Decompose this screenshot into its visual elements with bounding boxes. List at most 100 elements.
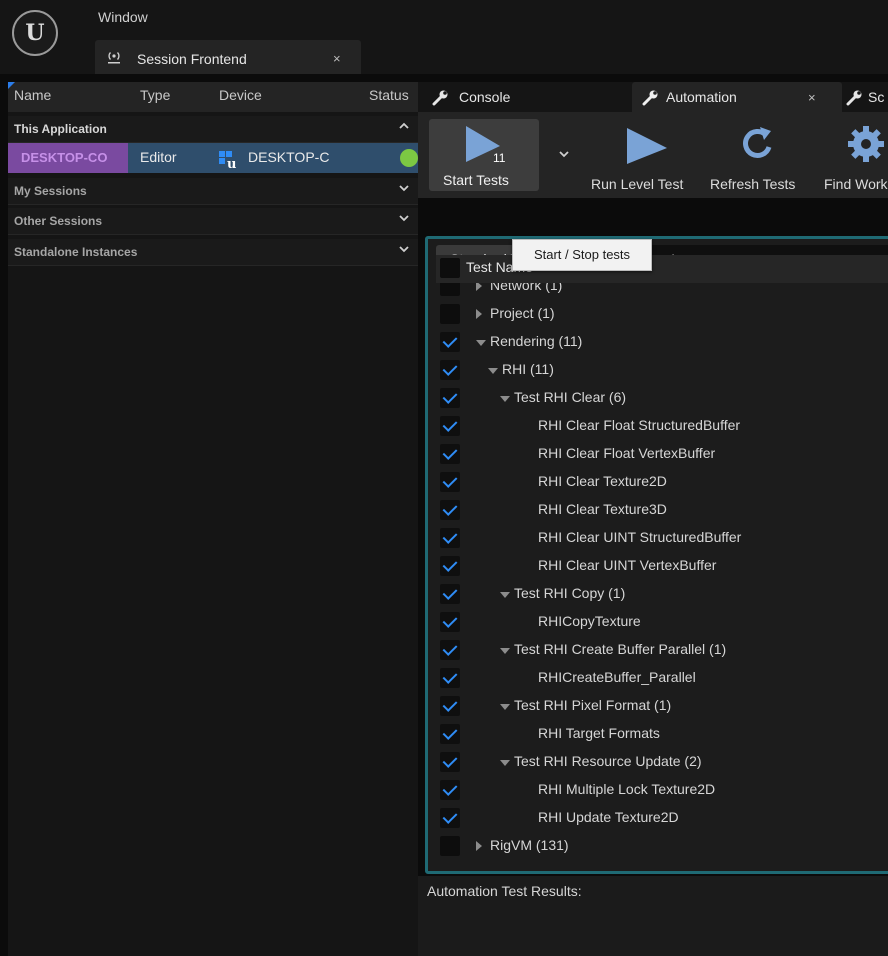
tree-row[interactable]: Test RHI Copy (1) xyxy=(436,580,888,608)
unreal-logo-icon[interactable]: U xyxy=(12,10,58,56)
run-level-test-button[interactable]: Run Level Test xyxy=(591,176,683,192)
test-checkbox[interactable] xyxy=(440,808,460,828)
tree-row[interactable]: Project (1) xyxy=(436,300,888,328)
sessions-header xyxy=(8,82,418,112)
test-checkbox[interactable] xyxy=(440,500,460,520)
test-checkbox[interactable] xyxy=(440,668,460,688)
test-checkbox[interactable] xyxy=(440,416,460,436)
expanded-arrow-icon[interactable] xyxy=(488,368,498,374)
tree-row[interactable]: RigVM (131) xyxy=(436,832,888,860)
tree-row[interactable]: Test RHI Create Buffer Parallel (1) xyxy=(436,636,888,664)
chevron-down-icon[interactable] xyxy=(398,182,410,196)
svg-text:u: u xyxy=(227,157,236,169)
session-device: DESKTOP-C xyxy=(248,149,330,165)
test-name: Test RHI Copy (1) xyxy=(514,585,626,601)
test-checkbox[interactable] xyxy=(440,556,460,576)
tree-row[interactable]: RHICreateBuffer_Parallel xyxy=(436,664,888,692)
section-other-sessions[interactable]: Other Sessions xyxy=(8,208,418,235)
collapsed-arrow-icon[interactable] xyxy=(476,841,482,851)
refresh-tests-button[interactable]: Refresh Tests xyxy=(710,176,795,192)
test-checkbox[interactable] xyxy=(440,584,460,604)
gear-icon[interactable] xyxy=(846,124,886,164)
expanded-arrow-icon[interactable] xyxy=(500,648,510,654)
test-name: RHICreateBuffer_Parallel xyxy=(538,669,696,685)
test-name: RHI Clear Texture3D xyxy=(538,501,667,517)
expanded-arrow-icon[interactable] xyxy=(476,340,486,346)
column-device[interactable]: Device xyxy=(219,87,262,103)
expanded-arrow-icon[interactable] xyxy=(500,704,510,710)
tab-session-frontend-label: Session Frontend xyxy=(137,51,247,67)
tree-row[interactable]: RHI Multiple Lock Texture2D xyxy=(436,776,888,804)
tab-automation-label: Automation xyxy=(666,89,737,105)
test-name: RHI Clear Float VertexBuffer xyxy=(538,445,716,461)
test-checkbox[interactable] xyxy=(440,724,460,744)
column-type[interactable]: Type xyxy=(140,87,170,103)
expanded-arrow-icon[interactable] xyxy=(500,396,510,402)
wrench-icon xyxy=(846,90,862,106)
tree-row[interactable]: Test RHI Pixel Format (1) xyxy=(436,692,888,720)
refresh-icon[interactable] xyxy=(740,125,774,163)
column-status[interactable]: Status xyxy=(369,87,409,103)
collapsed-arrow-icon[interactable] xyxy=(476,283,482,291)
section-label: My Sessions xyxy=(14,184,87,198)
tree-row[interactable]: RHI Clear UINT StructuredBuffer xyxy=(436,524,888,552)
collapsed-arrow-icon[interactable] xyxy=(476,309,482,319)
tab-console[interactable]: Console xyxy=(428,82,618,112)
section-my-sessions[interactable]: My Sessions xyxy=(8,178,418,205)
close-icon[interactable]: × xyxy=(333,51,341,66)
tab-automation[interactable]: Automation × xyxy=(632,82,842,112)
tree-row[interactable]: Test RHI Clear (6) xyxy=(436,384,888,412)
test-checkbox[interactable] xyxy=(440,528,460,548)
test-checkbox[interactable] xyxy=(440,332,460,352)
tree-row[interactable]: Network (1) xyxy=(436,283,888,300)
test-checkbox[interactable] xyxy=(440,388,460,408)
test-name: Network (1) xyxy=(490,283,563,293)
find-workers-button[interactable]: Find Worker xyxy=(824,176,888,192)
test-checkbox[interactable] xyxy=(440,836,460,856)
tree-row[interactable]: RHICopyTexture xyxy=(436,608,888,636)
test-tree: Network (1) Project (1) Rendering (11) RHI … xyxy=(436,283,888,873)
menu-window[interactable]: Window xyxy=(98,9,148,25)
test-checkbox[interactable] xyxy=(440,360,460,380)
tab-more-label: Sc xyxy=(868,89,885,105)
test-checkbox[interactable] xyxy=(440,696,460,716)
chevron-down-icon[interactable] xyxy=(558,148,570,162)
test-checkbox[interactable] xyxy=(440,752,460,772)
windows-unreal-icon: u xyxy=(219,151,236,169)
chevron-down-icon[interactable] xyxy=(398,212,410,226)
test-name: Test RHI Create Buffer Parallel (1) xyxy=(514,641,727,657)
test-name: RHI Clear UINT StructuredBuffer xyxy=(538,529,742,545)
tree-row[interactable]: RHI Clear Texture2D xyxy=(436,468,888,496)
close-icon[interactable]: × xyxy=(808,90,816,105)
select-all-checkbox[interactable] xyxy=(440,258,460,278)
test-checkbox[interactable] xyxy=(440,444,460,464)
column-name[interactable]: Name xyxy=(14,87,51,103)
tree-row[interactable]: RHI Target Formats xyxy=(436,720,888,748)
test-checkbox[interactable] xyxy=(440,304,460,324)
test-checkbox[interactable] xyxy=(440,612,460,632)
tree-row[interactable]: RHI Clear Float VertexBuffer xyxy=(436,440,888,468)
tree-row[interactable]: RHI Clear Float StructuredBuffer xyxy=(436,412,888,440)
test-checkbox[interactable] xyxy=(440,472,460,492)
chevron-up-icon[interactable] xyxy=(398,120,410,134)
test-name: Project (1) xyxy=(490,305,555,321)
tree-row[interactable]: Test RHI Resource Update (2) xyxy=(436,748,888,776)
test-name: RHICopyTexture xyxy=(538,613,641,629)
chevron-down-icon[interactable] xyxy=(398,243,410,257)
section-standalone-instances[interactable]: Standalone Instances xyxy=(8,239,418,266)
section-this-application[interactable]: This Application xyxy=(8,116,418,143)
test-checkbox[interactable] xyxy=(440,283,460,296)
test-checkbox[interactable] xyxy=(440,640,460,660)
tree-row[interactable]: RHI Clear UINT VertexBuffer xyxy=(436,552,888,580)
test-checkbox[interactable] xyxy=(440,780,460,800)
expanded-arrow-icon[interactable] xyxy=(500,592,510,598)
session-type: Editor xyxy=(140,149,177,165)
tree-row[interactable]: RHI Update Texture2D xyxy=(436,804,888,832)
play-icon[interactable] xyxy=(625,126,669,166)
expanded-arrow-icon[interactable] xyxy=(500,760,510,766)
test-name: RHI (11) xyxy=(502,361,554,377)
tree-row[interactable]: Rendering (11) xyxy=(436,328,888,356)
tree-row[interactable]: RHI Clear Texture3D xyxy=(436,496,888,524)
tab-session-browser[interactable]: Sc xyxy=(842,82,888,112)
tree-row[interactable]: RHI (11) xyxy=(436,356,888,384)
